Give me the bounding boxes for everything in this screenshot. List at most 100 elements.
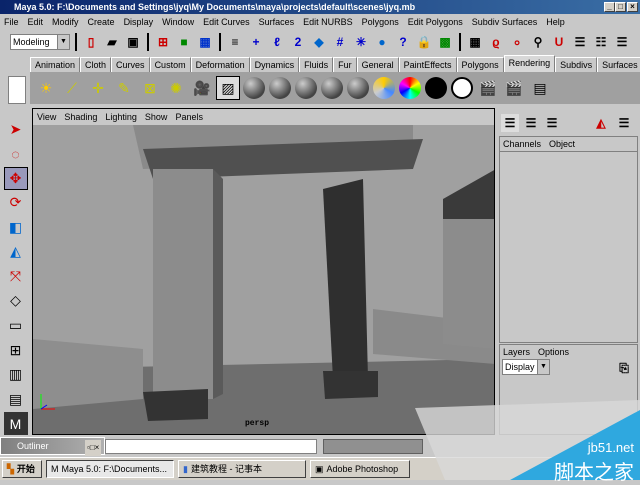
snap-view-icon[interactable]: ⚲: [529, 33, 547, 51]
tab-subdivs[interactable]: Subdivs: [555, 57, 598, 72]
outliner-window[interactable]: Outliner ▫□×: [0, 437, 105, 456]
snap-curve-icon[interactable]: ϱ: [487, 33, 505, 51]
taskbar-item-notepad[interactable]: ▮ 建筑教程 - 记事本: [178, 460, 306, 478]
menu-panels[interactable]: Panels: [175, 112, 203, 122]
select-hierarchy-icon[interactable]: ⊞: [154, 33, 172, 51]
mask-icon[interactable]: ≡: [226, 33, 244, 51]
open-scene-icon[interactable]: ▰: [103, 33, 121, 51]
outliner-window-buttons[interactable]: ▫□×: [85, 440, 102, 456]
start-button[interactable]: ▚ 开始: [2, 460, 42, 478]
camera-icon[interactable]: 🎥: [190, 76, 214, 100]
menu-edit-curves[interactable]: Edit Curves: [203, 17, 250, 27]
menu-subdiv-surfaces[interactable]: Subdiv Surfaces: [472, 17, 538, 27]
shader-ramp-icon[interactable]: [398, 76, 422, 100]
menu-window[interactable]: Window: [162, 17, 194, 27]
pick-dynamic-icon[interactable]: ✳: [352, 33, 370, 51]
tab-deformation[interactable]: Deformation: [190, 57, 250, 72]
ipr-icon[interactable]: ☰: [613, 33, 631, 51]
tab-fur[interactable]: Fur: [333, 57, 357, 72]
ambient-light-icon[interactable]: ☀: [34, 76, 58, 100]
pick-misc-icon[interactable]: ?: [394, 33, 412, 51]
shelf-menu-button[interactable]: [8, 76, 26, 104]
tab-surfaces[interactable]: Surfaces: [597, 57, 640, 72]
area-light-icon[interactable]: ⊠: [138, 76, 162, 100]
menu-display[interactable]: Display: [124, 17, 154, 27]
shader-lambert-icon[interactable]: [294, 76, 318, 100]
channel-box-toggle-icon[interactable]: ☰: [501, 114, 519, 132]
pick-handle-icon[interactable]: +: [247, 33, 265, 51]
tab-general[interactable]: General: [356, 57, 399, 72]
last-tool-icon[interactable]: ◇: [4, 290, 28, 313]
menu-modify[interactable]: Modify: [52, 17, 79, 27]
render-view-icon[interactable]: 🎬: [476, 76, 500, 100]
history-icon[interactable]: ☰: [571, 33, 589, 51]
manipulator-tool-icon[interactable]: ◭: [4, 241, 28, 264]
perspective-viewport[interactable]: View Shading Lighting Show Panels persp: [32, 108, 495, 435]
menu-object[interactable]: Object: [549, 139, 575, 149]
pick-curve-icon[interactable]: 2: [289, 33, 307, 51]
new-layer-icon[interactable]: ⎘: [615, 359, 633, 377]
rotate-tool-icon[interactable]: ⟳: [4, 192, 28, 215]
select-component-icon[interactable]: ▦: [196, 33, 214, 51]
spot-light-icon[interactable]: ✎: [112, 76, 136, 100]
menu-channels[interactable]: Channels: [503, 139, 541, 149]
shader-background-icon[interactable]: [450, 76, 474, 100]
menu-edit-polygons[interactable]: Edit Polygons: [408, 17, 463, 27]
save-scene-icon[interactable]: ▣: [124, 33, 142, 51]
lasso-tool-icon[interactable]: ◌: [4, 143, 28, 166]
shader-anisotropic-icon[interactable]: [242, 76, 266, 100]
menu-create[interactable]: Create: [88, 17, 115, 27]
taskbar-item-maya[interactable]: M Maya 5.0: F:\Documents...: [46, 460, 174, 478]
layout-graph-icon[interactable]: ▤: [4, 388, 28, 411]
tool-settings-toggle-icon[interactable]: ☰: [543, 114, 561, 132]
select-tool-icon[interactable]: ➤: [4, 118, 28, 141]
tab-cloth[interactable]: Cloth: [80, 57, 112, 72]
tab-curves[interactable]: Curves: [111, 57, 150, 72]
menu-options[interactable]: Options: [538, 347, 569, 357]
directional-light-icon[interactable]: ⟋: [60, 76, 84, 100]
tab-polygons[interactable]: Polygons: [456, 57, 504, 72]
minimize-button[interactable]: _: [604, 2, 615, 12]
menu-lighting[interactable]: Lighting: [105, 112, 137, 122]
scale-tool-icon[interactable]: ◧: [4, 216, 28, 239]
shader-layered-icon[interactable]: [372, 76, 396, 100]
close-button[interactable]: ×: [627, 2, 638, 12]
layout-four-icon[interactable]: ⊞: [4, 339, 28, 362]
lock-icon[interactable]: 🔒: [415, 33, 433, 51]
maximize-button[interactable]: □: [615, 2, 626, 12]
pick-deform-icon[interactable]: #: [331, 33, 349, 51]
point-light-icon[interactable]: ✛: [86, 76, 110, 100]
menu-show[interactable]: Show: [145, 112, 168, 122]
menu-view[interactable]: View: [37, 112, 56, 122]
menu-edit-nurbs[interactable]: Edit NURBS: [303, 17, 353, 27]
highlight-icon[interactable]: ▩: [436, 33, 454, 51]
magnet-icon[interactable]: U: [550, 33, 568, 51]
soft-mod-tool-icon[interactable]: ⤧: [4, 265, 28, 288]
menu-surfaces[interactable]: Surfaces: [259, 17, 295, 27]
shader-phonge-icon[interactable]: [346, 76, 370, 100]
menu-layers[interactable]: Layers: [503, 347, 530, 357]
render-globals-icon[interactable]: ▤: [528, 76, 552, 100]
layers-toggle-icon[interactable]: ☰: [615, 114, 633, 132]
menu-polygons[interactable]: Polygons: [362, 17, 399, 27]
tab-rendering[interactable]: Rendering: [503, 55, 556, 72]
layer-type-select[interactable]: Display ▼: [502, 359, 550, 375]
select-object-icon[interactable]: ■: [175, 33, 193, 51]
menuset-select[interactable]: Modeling ▼: [10, 34, 70, 50]
menu-help[interactable]: Help: [546, 17, 565, 27]
ipr-render-icon[interactable]: 🎬: [502, 76, 526, 100]
layout-single-icon[interactable]: ▭: [4, 314, 28, 337]
texture-icon[interactable]: ▨: [216, 76, 240, 100]
layout-outliner-icon[interactable]: ▥: [4, 363, 28, 386]
outliner-icon[interactable]: ◭: [592, 114, 610, 132]
shader-blinn-icon[interactable]: [268, 76, 292, 100]
taskbar-item-photoshop[interactable]: ▣ Adobe Photoshop: [310, 460, 410, 478]
snap-point-icon[interactable]: ⸰: [508, 33, 526, 51]
command-line[interactable]: [105, 439, 317, 454]
tab-dynamics[interactable]: Dynamics: [249, 57, 300, 72]
render-icon[interactable]: ☷: [592, 33, 610, 51]
pick-joint-icon[interactable]: ℓ: [268, 33, 286, 51]
snap-grid-icon[interactable]: ▦: [466, 33, 484, 51]
menu-edit[interactable]: Edit: [28, 17, 44, 27]
new-scene-icon[interactable]: ▯: [82, 33, 100, 51]
